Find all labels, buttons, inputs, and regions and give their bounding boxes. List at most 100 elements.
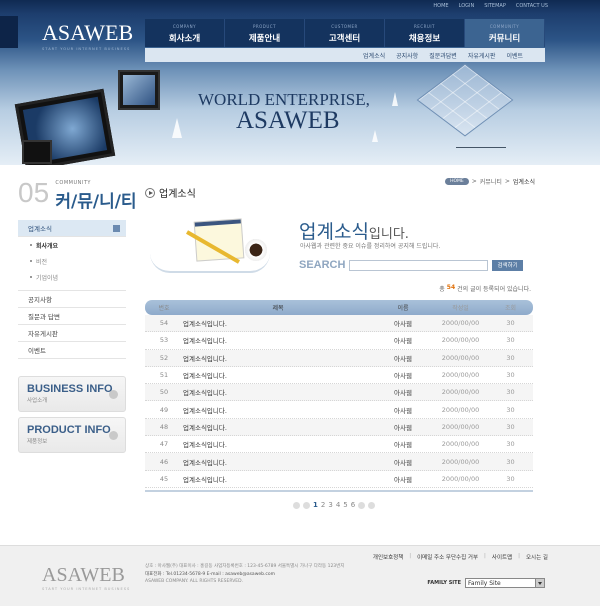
gnb-company[interactable]: COMPANY 회사소개 [145,19,225,47]
cell-title-link[interactable]: 업계소식입니다. [183,318,373,328]
cell-date: 2000/00/00 [441,474,480,483]
pagination: 1 2 3 4 5 6 [293,501,376,509]
gnb-recruit[interactable]: RECRUIT 채용정보 [385,19,465,47]
family-site-select[interactable]: Family Site [465,578,545,588]
cell-date: 2000/00/00 [441,440,480,449]
table-row[interactable]: 47 업계소식입니다. 아사웹 2000/00/00 30 [145,436,533,454]
company-contact-line: 대표전화 : Tel.01234-5678-9 E-mail : asaweb@… [145,571,276,577]
sidebar-item-notice[interactable]: 공지사항 [18,291,126,308]
page-link[interactable]: 6 [351,501,355,509]
gnb-product-en: PRODUCT [252,24,277,29]
breadcrumb-home[interactable]: HOME [445,178,469,185]
gnb-company-label: 회사소개 [168,34,201,44]
cell-name: 아사웹 [394,372,412,381]
chevron-down-icon[interactable] [535,579,544,587]
cell-title-link[interactable]: 업계소식입니다. [183,457,373,467]
cell-views: 30 [506,388,515,397]
cell-title-link[interactable]: 업계소식입니다. [183,387,373,397]
cell-title-link[interactable]: 업계소식입니다. [183,370,373,380]
table-row[interactable]: 48 업계소식입니다. 아사웹 2000/00/00 30 [145,418,533,437]
footer-link-directions[interactable]: 오시는 길 [526,553,548,561]
util-home-link[interactable]: HOME [433,3,448,9]
intro-heading: 업계소식입니다. [299,217,409,244]
footer-logo-text: ASAWEB [42,564,125,586]
gnb-community[interactable]: COMMUNITY 커뮤니티 [465,19,545,47]
gnb-customer[interactable]: CUSTOMER 고객센터 [305,19,385,47]
util-login-link[interactable]: LOGIN [459,3,475,9]
footer-link-email-policy[interactable]: 이메일 주소 무단수집 거부 [417,553,478,561]
cell-date: 2000/00/00 [441,353,480,362]
banner-title: PRODUCT INFO [27,424,111,436]
sailboat-icon-far [392,92,398,106]
section-number: 05 [18,177,50,208]
header-num: 번호 [158,305,170,312]
cell-title-link[interactable]: 업계소식입니다. [183,405,373,415]
sidebar-item-event[interactable]: 이벤트 [18,342,126,359]
sidebar-subitem-philosophy[interactable]: 기업이념 [18,269,126,285]
breadcrumb-separator: > [504,178,510,185]
cell-title-link[interactable]: 업계소식입니다. [183,439,373,449]
go-icon [109,390,118,399]
bullet-icon [30,276,32,278]
table-row[interactable]: 46 업계소식입니다. 아사웹 2000/00/00 30 [145,453,533,471]
subnav-free-board[interactable]: 자유게시판 [468,51,496,60]
arrow-circle-icon [145,187,155,198]
utility-nav: HOME LOGIN SITEMAP CONTACT US [433,3,548,9]
subnav-event[interactable]: 이벤트 [506,51,523,60]
table-row[interactable]: 54 업계소식입니다. 아사웹 2000/00/00 30 [145,315,533,333]
page-link[interactable]: 5 [343,501,347,509]
breadcrumb-parent[interactable]: 커뮤니티 [480,177,502,186]
sidebar-item-qna[interactable]: 질문과 답변 [18,308,126,325]
cell-name: 아사웹 [394,354,412,363]
page-link[interactable]: 3 [328,501,332,509]
cell-views: 30 [506,422,515,431]
table-row[interactable]: 52 업계소식입니다. 아사웹 2000/00/00 30 [145,349,533,367]
cell-title-link[interactable]: 업계소식입니다. [183,335,373,345]
sidebar-item-industry-news[interactable]: 업계소식 [18,220,126,237]
footer-link-sitemap[interactable]: 사이트맵 [492,553,512,561]
table-header: 번호 제목 이름 작성일 조회 [145,300,533,315]
first-page-icon[interactable] [293,501,300,509]
business-info-banner[interactable]: BUSINESS INFO 사업소개 [18,376,126,412]
next-page-icon[interactable] [358,501,366,509]
cell-title-link[interactable]: 업계소식입니다. [183,422,373,432]
logo[interactable]: ASAWEB START YOUR INTERNET BUSINESS [42,20,133,51]
subnav-qna[interactable]: 질문과답변 [429,51,457,60]
cell-num: 46 [159,457,169,466]
table-row[interactable]: 51 업계소식입니다. 아사웹 2000/00/00 30 [145,367,533,385]
page-link[interactable]: 4 [336,501,340,509]
footer-link-privacy[interactable]: 개인보호정책 [373,553,403,561]
table-row[interactable]: 53 업계소식입니다. 아사웹 2000/00/00 30 [145,332,533,350]
last-page-icon[interactable] [368,501,376,509]
table-row[interactable]: 45 업계소식입니다. 아사웹 2000/00/00 30 [145,471,533,488]
sidebar-subitem-overview[interactable]: 회사개요 [18,237,126,253]
sailboat-icon-small [372,130,378,142]
company-info-line: 상호 : 아사웹(주) 대표이사 : 홍길동 사업자등록번호 : 123-45-… [145,564,345,569]
bullet-icon [30,244,32,246]
subnav-industry-news[interactable]: 업계소식 [363,51,385,60]
banner-subtitle: 제품정보 [27,439,48,445]
subnav-notice[interactable]: 공지사항 [396,51,418,60]
cell-name: 아사웹 [394,423,412,432]
banner-title: BUSINESS INFO [27,383,113,395]
cell-title-link[interactable]: 업계소식입니다. [183,474,373,484]
cell-date: 2000/00/00 [441,422,480,431]
cell-title-link[interactable]: 업계소식입니다. [183,353,373,363]
intro-heading-bold: 업계소식 [299,222,369,243]
page-link-current[interactable]: 1 [313,501,318,509]
util-contact-link[interactable]: CONTACT US [516,3,548,9]
prev-page-icon[interactable] [303,501,310,509]
gnb-product[interactable]: PRODUCT 제품안내 [225,19,305,47]
sidebar-subitem-vision[interactable]: 비전 [18,253,126,269]
cell-name: 아사웹 [394,441,412,450]
gnb-community-label: 커뮤니티 [488,34,521,44]
product-info-banner[interactable]: PRODUCT INFO 제품정보 [18,417,126,453]
table-row[interactable]: 50 업계소식입니다. 아사웹 2000/00/00 30 [145,384,533,402]
cell-name: 아사웹 [394,458,412,467]
search-input[interactable] [349,259,489,271]
table-row[interactable]: 49 업계소식입니다. 아사웹 2000/00/00 30 [145,401,533,419]
sidebar-item-free-board[interactable]: 자유게시판 [18,325,126,342]
page-link[interactable]: 2 [321,501,325,509]
search-button[interactable]: 검색하기 [492,259,523,271]
util-sitemap-link[interactable]: SITEMAP [484,3,506,9]
